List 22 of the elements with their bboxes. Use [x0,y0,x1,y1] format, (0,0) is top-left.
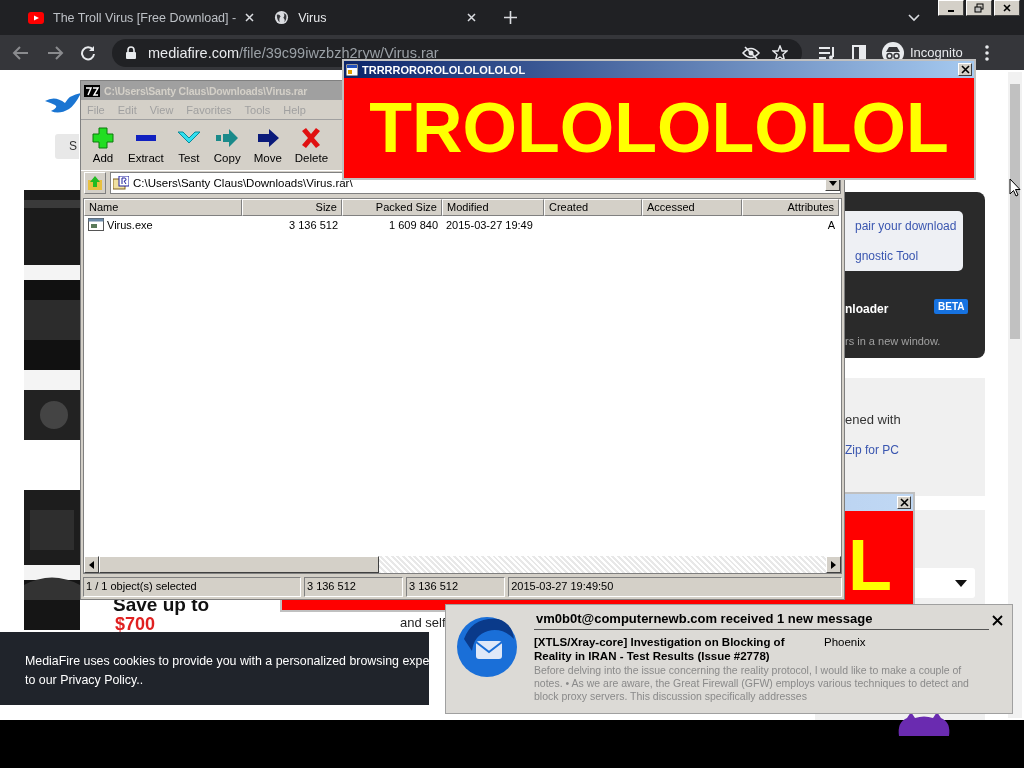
table-cell: A [827,218,835,231]
message-subject: [XTLS/Xray-core] Investigation on Blocking of Reality in IRAN - Test Results (Issue #2778) [534,636,786,664]
status-field: 1 / 1 object(s) selected [83,577,301,597]
cookie-text: to our Privacy Policy.. [25,673,145,687]
opened-with-text: ened with [845,412,901,427]
table-cell: 1 609 840 [389,218,438,231]
ad-price: $700 [115,614,156,635]
message-sender: Phoenix [824,636,866,650]
downloader-label: nloader [845,302,889,316]
popup-message: TROLOLOLOLOL [369,93,949,163]
table-cell: 2015-03-27 19:49 [446,218,533,231]
status-field: 3 136 512 [406,577,506,597]
message-preview: Before delving into the issue concerning the reality protocol, I would like to make a couple of notes. • As we are aware, the Great Firewall (GFW) employs various techniques to detect and block proxy servers. This discussion specifically addresses [534,663,970,703]
status-field: 2015-03-27 19:49:50 [508,577,842,597]
description-text: and self [400,615,446,630]
status-field: 3 136 512 [303,577,404,597]
table-cell: 3 136 512 [289,218,338,231]
beta-badge: BETA [934,299,969,314]
notification-title: vm0b0t@computernewb.com received 1 new message [534,611,989,630]
cookie-text: MediaFire uses cookies to provide you with a personalized browsing expe [25,654,430,668]
popup-message: L [848,529,892,601]
note-text: rs in a new window. [845,335,941,347]
